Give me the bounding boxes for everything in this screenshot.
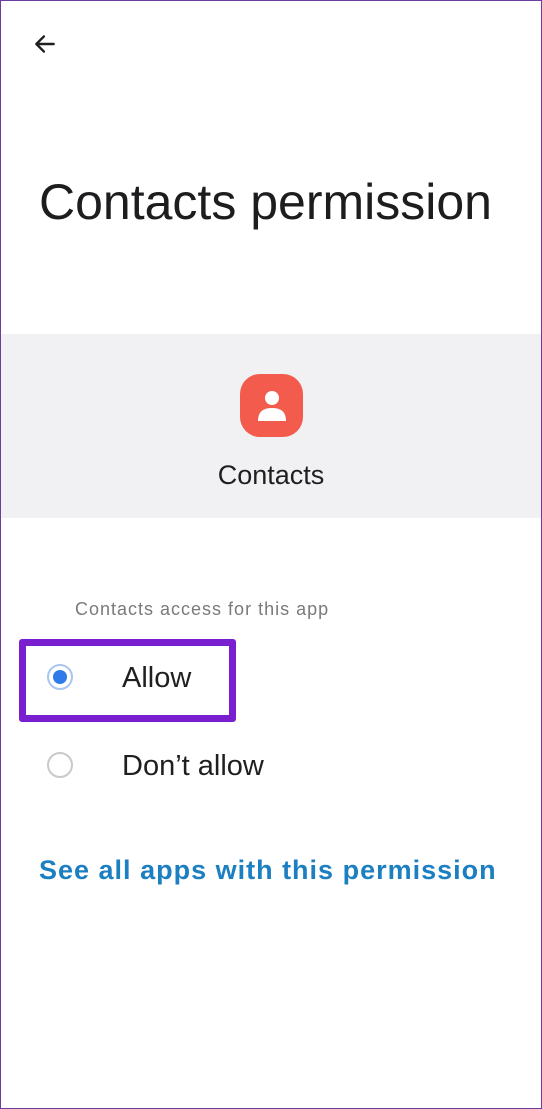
allow-radio[interactable]	[47, 664, 73, 690]
dont-allow-option[interactable]: Don’t allow	[1, 732, 541, 802]
contacts-person-icon	[257, 390, 286, 421]
dont-allow-label: Don’t allow	[122, 750, 264, 782]
contacts-app-icon	[240, 374, 303, 437]
allow-option[interactable]: Allow	[1, 644, 541, 714]
app-header: Contacts	[1, 334, 541, 518]
permission-section-label: Contacts access for this app	[75, 599, 330, 619]
see-all-apps-link[interactable]: See all apps with this permission	[39, 852, 497, 888]
page-title: Contacts permission	[39, 174, 492, 230]
app-name: Contacts	[217, 460, 325, 490]
arrow-left-icon	[35, 35, 55, 53]
dont-allow-radio[interactable]	[47, 752, 73, 778]
back-button[interactable]	[25, 27, 65, 61]
allow-label: Allow	[122, 662, 192, 694]
